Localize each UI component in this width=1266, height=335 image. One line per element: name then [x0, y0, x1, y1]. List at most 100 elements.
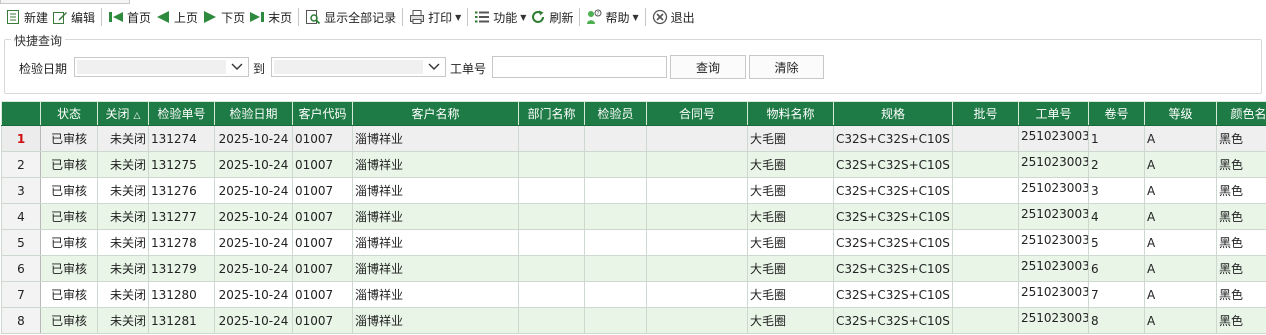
column-header[interactable]: 检验日期 — [214, 101, 293, 126]
grade-cell[interactable]: A — [1144, 307, 1217, 334]
closed-cell[interactable]: 未关闭 — [97, 307, 149, 334]
table-row[interactable]: 1 已审核 未关闭 131274 2025-10-24 01007 淄博祥业 大毛圈 C32S+… — [1, 125, 1266, 152]
inspection-date-cell[interactable]: 2025-10-24 — [214, 255, 293, 282]
material-cell[interactable]: 大毛圈 — [747, 255, 834, 282]
customer-name-cell[interactable]: 淄博祥业 — [352, 307, 519, 334]
material-cell[interactable]: 大毛圈 — [747, 281, 834, 308]
row-number-cell[interactable]: 3 — [1, 177, 41, 204]
order-number-cell[interactable]: 251023003 — [1018, 125, 1089, 152]
spec-cell[interactable]: C32S+C32S+C10S — [833, 203, 953, 230]
roll-cell[interactable]: 1 — [1088, 125, 1145, 152]
closed-cell[interactable]: 未关闭 — [97, 255, 149, 282]
material-cell[interactable]: 大毛圈 — [747, 151, 834, 178]
inspector-cell[interactable] — [584, 255, 647, 282]
spec-cell[interactable]: C32S+C32S+C10S — [833, 229, 953, 256]
closed-cell[interactable]: 未关闭 — [97, 177, 149, 204]
customer-code-cell[interactable]: 01007 — [292, 203, 353, 230]
row-number-cell[interactable]: 5 — [1, 229, 41, 256]
inspection-number-cell[interactable]: 131281 — [148, 307, 215, 334]
grade-cell[interactable]: A — [1144, 281, 1217, 308]
status-cell[interactable]: 已审核 — [40, 125, 98, 152]
order-number-cell[interactable]: 251023003 — [1018, 255, 1089, 282]
column-header[interactable]: 物料名称 — [747, 101, 834, 126]
prev-page-button[interactable]: 上页 — [153, 6, 200, 28]
customer-code-cell[interactable]: 01007 — [292, 177, 353, 204]
roll-cell[interactable]: 4 — [1088, 203, 1145, 230]
customer-code-cell[interactable]: 01007 — [292, 151, 353, 178]
inspection-date-cell[interactable]: 2025-10-24 — [214, 125, 293, 152]
batch-cell[interactable] — [952, 125, 1019, 152]
next-page-button[interactable]: 下页 — [200, 6, 247, 28]
department-cell[interactable] — [518, 125, 585, 152]
grade-cell[interactable]: A — [1144, 229, 1217, 256]
roll-cell[interactable]: 2 — [1088, 151, 1145, 178]
spec-cell[interactable]: C32S+C32S+C10S — [833, 255, 953, 282]
status-cell[interactable]: 已审核 — [40, 177, 98, 204]
customer-name-cell[interactable]: 淄博祥业 — [352, 125, 519, 152]
closed-cell[interactable]: 未关闭 — [97, 151, 149, 178]
first-page-button[interactable]: 首页 — [106, 6, 153, 28]
order-number-cell[interactable]: 251023003 — [1018, 307, 1089, 334]
spec-cell[interactable]: C32S+C32S+C10S — [833, 281, 953, 308]
spec-cell[interactable]: C32S+C32S+C10S — [833, 151, 953, 178]
spec-cell[interactable]: C32S+C32S+C10S — [833, 307, 953, 334]
material-cell[interactable]: 大毛圈 — [747, 307, 834, 334]
order-number-cell[interactable]: 251023003 — [1018, 177, 1089, 204]
table-row[interactable]: 4 已审核 未关闭 131277 2025-10-24 01007 淄博祥业 大毛圈 C32S+… — [1, 203, 1266, 230]
date-from-dropdown[interactable] — [74, 57, 249, 77]
edit-button[interactable]: 编辑 — [50, 6, 97, 28]
function-button[interactable]: 功能 ▼ — [472, 6, 528, 28]
batch-cell[interactable] — [952, 203, 1019, 230]
last-page-button[interactable]: 末页 — [247, 6, 294, 28]
inspection-date-cell[interactable]: 2025-10-24 — [214, 203, 293, 230]
customer-name-cell[interactable]: 淄博祥业 — [352, 177, 519, 204]
row-number-cell[interactable]: 4 — [1, 203, 41, 230]
contract-cell[interactable] — [646, 151, 748, 178]
color-cell[interactable]: 黑色 — [1216, 151, 1266, 178]
customer-code-cell[interactable]: 01007 — [292, 229, 353, 256]
new-button[interactable]: 新建 — [3, 6, 50, 28]
column-header[interactable]: 批号 — [952, 101, 1019, 126]
inspector-cell[interactable] — [584, 307, 647, 334]
customer-code-cell[interactable]: 01007 — [292, 307, 353, 334]
table-row[interactable]: 7 已审核 未关闭 131280 2025-10-24 01007 淄博祥业 大毛圈 C32S+… — [1, 281, 1266, 308]
inspector-cell[interactable] — [584, 203, 647, 230]
color-cell[interactable]: 黑色 — [1216, 125, 1266, 152]
grade-cell[interactable]: A — [1144, 255, 1217, 282]
grade-cell[interactable]: A — [1144, 203, 1217, 230]
customer-name-cell[interactable]: 淄博祥业 — [352, 151, 519, 178]
table-row[interactable]: 8 已审核 未关闭 131281 2025-10-24 01007 淄博祥业 大毛圈 C32S+… — [1, 307, 1266, 334]
inspection-date-cell[interactable]: 2025-10-24 — [214, 281, 293, 308]
show-all-button[interactable]: 显示全部记录 — [303, 6, 398, 28]
query-button[interactable]: 查询 — [670, 55, 746, 79]
inspection-number-cell[interactable]: 131276 — [148, 177, 215, 204]
inspection-number-cell[interactable]: 131279 — [148, 255, 215, 282]
contract-cell[interactable] — [646, 177, 748, 204]
roll-cell[interactable]: 3 — [1088, 177, 1145, 204]
closed-cell[interactable]: 未关闭 — [97, 125, 149, 152]
inspector-cell[interactable] — [584, 177, 647, 204]
order-number-cell[interactable]: 251023003 — [1018, 203, 1089, 230]
color-cell[interactable]: 黑色 — [1216, 255, 1266, 282]
row-number-cell[interactable]: 7 — [1, 281, 41, 308]
contract-cell[interactable] — [646, 307, 748, 334]
spec-cell[interactable]: C32S+C32S+C10S — [833, 125, 953, 152]
order-number-input[interactable] — [492, 56, 667, 78]
closed-cell[interactable]: 未关闭 — [97, 229, 149, 256]
batch-cell[interactable] — [952, 229, 1019, 256]
status-cell[interactable]: 已审核 — [40, 255, 98, 282]
inspection-number-cell[interactable]: 131277 — [148, 203, 215, 230]
column-header-sorted[interactable]: 关闭 △ — [97, 101, 149, 126]
refresh-button[interactable]: 刷新 — [528, 6, 575, 28]
grade-cell[interactable]: A — [1144, 177, 1217, 204]
table-row[interactable]: 5 已审核 未关闭 131278 2025-10-24 01007 淄博祥业 大毛圈 C32S+… — [1, 229, 1266, 256]
date-to-dropdown[interactable] — [271, 57, 446, 77]
clear-button[interactable]: 清除 — [749, 55, 824, 79]
roll-cell[interactable]: 6 — [1088, 255, 1145, 282]
print-button[interactable]: 打印 ▼ — [407, 6, 463, 28]
batch-cell[interactable] — [952, 255, 1019, 282]
column-header[interactable]: 检验单号 — [148, 101, 215, 126]
exit-button[interactable]: 退出 — [650, 6, 697, 28]
department-cell[interactable] — [518, 177, 585, 204]
material-cell[interactable]: 大毛圈 — [747, 125, 834, 152]
